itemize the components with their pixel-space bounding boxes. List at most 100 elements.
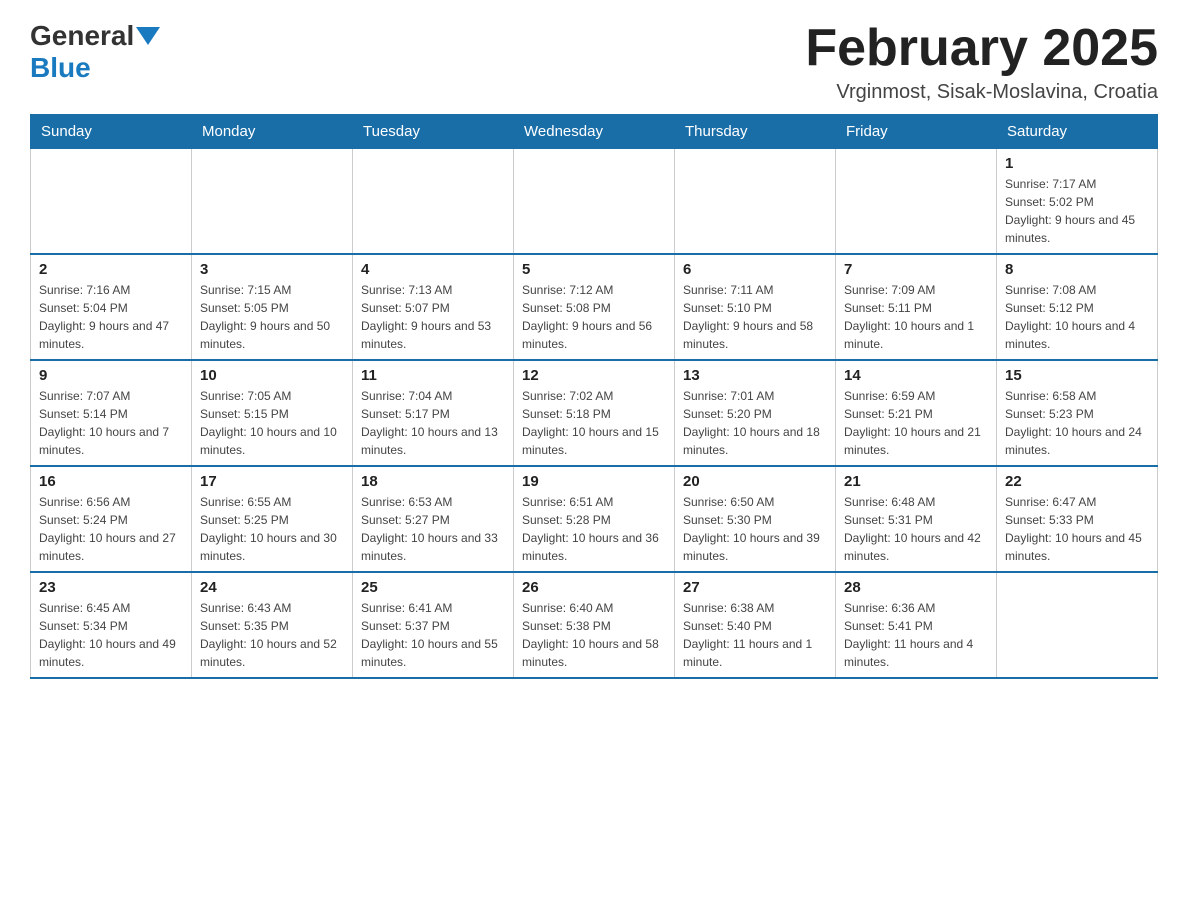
calendar-cell xyxy=(31,149,192,255)
day-info: Sunrise: 6:38 AMSunset: 5:40 PMDaylight:… xyxy=(683,599,827,671)
day-info: Sunrise: 7:11 AMSunset: 5:10 PMDaylight:… xyxy=(683,281,827,353)
day-info: Sunrise: 7:05 AMSunset: 5:15 PMDaylight:… xyxy=(200,387,344,459)
calendar-cell: 18Sunrise: 6:53 AMSunset: 5:27 PMDayligh… xyxy=(353,466,514,572)
calendar-cell: 12 Sunrise: 7:02 AMSunset: 5:18 PMDayligh… xyxy=(514,360,675,466)
calendar-cell: 10 Sunrise: 7:05 AMSunset: 5:15 PMDayligh… xyxy=(192,360,353,466)
weekday-header-row: SundayMondayTuesdayWednesdayThursdayFrid… xyxy=(31,115,1158,149)
day-info: Sunrise: 6:45 AMSunset: 5:34 PMDaylight:… xyxy=(39,599,183,671)
day-number: 28 xyxy=(844,579,988,596)
day-number: 19 xyxy=(522,473,666,490)
calendar-cell: 24 Sunrise: 6:43 AMSunset: 5:35 PMDayligh… xyxy=(192,572,353,678)
weekday-header-thursday: Thursday xyxy=(675,115,836,149)
calendar-cell: 6 Sunrise: 7:11 AMSunset: 5:10 PMDaylight… xyxy=(675,254,836,360)
day-number: 17 xyxy=(200,473,344,490)
day-number: 22 xyxy=(1005,473,1149,490)
logo-general-text: General xyxy=(30,20,134,52)
calendar-cell: 26 Sunrise: 6:40 AMSunset: 5:38 PMDayligh… xyxy=(514,572,675,678)
day-number: 9 xyxy=(39,367,183,384)
day-number: 16 xyxy=(39,473,183,490)
weekday-header-wednesday: Wednesday xyxy=(514,115,675,149)
day-number: 6 xyxy=(683,261,827,278)
calendar-cell: 2 Sunrise: 7:16 AMSunset: 5:04 PMDaylight… xyxy=(31,254,192,360)
calendar-cell xyxy=(997,572,1158,678)
calendar-cell: 4 Sunrise: 7:13 AMSunset: 5:07 PMDaylight… xyxy=(353,254,514,360)
day-info: Sunrise: 7:07 AMSunset: 5:14 PMDaylight:… xyxy=(39,387,183,459)
calendar-cell: 5 Sunrise: 7:12 AMSunset: 5:08 PMDaylight… xyxy=(514,254,675,360)
day-number: 13 xyxy=(683,367,827,384)
calendar-cell: 1 Sunrise: 7:17 AMSunset: 5:02 PMDaylight… xyxy=(997,149,1158,255)
day-number: 2 xyxy=(39,261,183,278)
calendar-cell: 11 Sunrise: 7:04 AMSunset: 5:17 PMDayligh… xyxy=(353,360,514,466)
calendar-week-row: 23Sunrise: 6:45 AMSunset: 5:34 PMDayligh… xyxy=(31,572,1158,678)
calendar-cell: 9 Sunrise: 7:07 AMSunset: 5:14 PMDaylight… xyxy=(31,360,192,466)
day-number: 26 xyxy=(522,579,666,596)
calendar-cell: 20 Sunrise: 6:50 AMSunset: 5:30 PMDayligh… xyxy=(675,466,836,572)
calendar-week-row: 1 Sunrise: 7:17 AMSunset: 5:02 PMDaylight… xyxy=(31,149,1158,255)
logo-blue-text: Blue xyxy=(30,52,91,84)
day-number: 4 xyxy=(361,261,505,278)
calendar-cell: 19 Sunrise: 6:51 AMSunset: 5:28 PMDayligh… xyxy=(514,466,675,572)
calendar-cell: 13 Sunrise: 7:01 AMSunset: 5:20 PMDayligh… xyxy=(675,360,836,466)
day-number: 3 xyxy=(200,261,344,278)
calendar-cell xyxy=(353,149,514,255)
day-info: Sunrise: 6:58 AMSunset: 5:23 PMDaylight:… xyxy=(1005,387,1149,459)
day-number: 5 xyxy=(522,261,666,278)
calendar-header: SundayMondayTuesdayWednesdayThursdayFrid… xyxy=(31,115,1158,149)
day-info: Sunrise: 6:43 AMSunset: 5:35 PMDaylight:… xyxy=(200,599,344,671)
day-number: 15 xyxy=(1005,367,1149,384)
day-number: 10 xyxy=(200,367,344,384)
day-info: Sunrise: 6:50 AMSunset: 5:30 PMDaylight:… xyxy=(683,493,827,565)
month-title: February 2025 xyxy=(805,20,1158,77)
day-info: Sunrise: 7:12 AMSunset: 5:08 PMDaylight:… xyxy=(522,281,666,353)
day-info: Sunrise: 7:04 AMSunset: 5:17 PMDaylight:… xyxy=(361,387,505,459)
day-number: 27 xyxy=(683,579,827,596)
calendar-cell xyxy=(675,149,836,255)
day-info: Sunrise: 6:55 AMSunset: 5:25 PMDaylight:… xyxy=(200,493,344,565)
day-number: 25 xyxy=(361,579,505,596)
calendar-cell: 27 Sunrise: 6:38 AMSunset: 5:40 PMDayligh… xyxy=(675,572,836,678)
day-number: 8 xyxy=(1005,261,1149,278)
weekday-header-tuesday: Tuesday xyxy=(353,115,514,149)
day-info: Sunrise: 7:16 AMSunset: 5:04 PMDaylight:… xyxy=(39,281,183,353)
day-info: Sunrise: 7:02 AMSunset: 5:18 PMDaylight:… xyxy=(522,387,666,459)
day-info: Sunrise: 7:13 AMSunset: 5:07 PMDaylight:… xyxy=(361,281,505,353)
calendar-week-row: 9 Sunrise: 7:07 AMSunset: 5:14 PMDaylight… xyxy=(31,360,1158,466)
day-info: Sunrise: 7:17 AMSunset: 5:02 PMDaylight:… xyxy=(1005,175,1149,247)
weekday-header-monday: Monday xyxy=(192,115,353,149)
weekday-header-saturday: Saturday xyxy=(997,115,1158,149)
calendar-week-row: 2 Sunrise: 7:16 AMSunset: 5:04 PMDaylight… xyxy=(31,254,1158,360)
day-number: 24 xyxy=(200,579,344,596)
day-number: 14 xyxy=(844,367,988,384)
day-info: Sunrise: 6:40 AMSunset: 5:38 PMDaylight:… xyxy=(522,599,666,671)
day-info: Sunrise: 6:48 AMSunset: 5:31 PMDaylight:… xyxy=(844,493,988,565)
day-info: Sunrise: 6:59 AMSunset: 5:21 PMDaylight:… xyxy=(844,387,988,459)
day-info: Sunrise: 7:09 AMSunset: 5:11 PMDaylight:… xyxy=(844,281,988,353)
weekday-header-friday: Friday xyxy=(836,115,997,149)
day-number: 11 xyxy=(361,367,505,384)
day-info: Sunrise: 6:36 AMSunset: 5:41 PMDaylight:… xyxy=(844,599,988,671)
calendar-cell: 8 Sunrise: 7:08 AMSunset: 5:12 PMDaylight… xyxy=(997,254,1158,360)
calendar-cell: 17 Sunrise: 6:55 AMSunset: 5:25 PMDayligh… xyxy=(192,466,353,572)
day-info: Sunrise: 7:08 AMSunset: 5:12 PMDaylight:… xyxy=(1005,281,1149,353)
day-info: Sunrise: 6:53 AMSunset: 5:27 PMDaylight:… xyxy=(361,493,505,565)
day-info: Sunrise: 7:15 AMSunset: 5:05 PMDaylight:… xyxy=(200,281,344,353)
day-number: 1 xyxy=(1005,155,1149,172)
day-info: Sunrise: 6:51 AMSunset: 5:28 PMDaylight:… xyxy=(522,493,666,565)
calendar-cell xyxy=(514,149,675,255)
calendar-cell: 22Sunrise: 6:47 AMSunset: 5:33 PMDayligh… xyxy=(997,466,1158,572)
calendar-cell: 3 Sunrise: 7:15 AMSunset: 5:05 PMDaylight… xyxy=(192,254,353,360)
calendar-cell: 15 Sunrise: 6:58 AMSunset: 5:23 PMDayligh… xyxy=(997,360,1158,466)
calendar-cell: 23Sunrise: 6:45 AMSunset: 5:34 PMDayligh… xyxy=(31,572,192,678)
calendar-week-row: 16 Sunrise: 6:56 AMSunset: 5:24 PMDayligh… xyxy=(31,466,1158,572)
calendar-cell: 14 Sunrise: 6:59 AMSunset: 5:21 PMDayligh… xyxy=(836,360,997,466)
calendar-table: SundayMondayTuesdayWednesdayThursdayFrid… xyxy=(30,114,1158,679)
calendar-body: 1 Sunrise: 7:17 AMSunset: 5:02 PMDaylight… xyxy=(31,149,1158,679)
calendar-cell: 25Sunrise: 6:41 AMSunset: 5:37 PMDayligh… xyxy=(353,572,514,678)
calendar-cell: 28 Sunrise: 6:36 AMSunset: 5:41 PMDayligh… xyxy=(836,572,997,678)
day-number: 12 xyxy=(522,367,666,384)
day-info: Sunrise: 6:56 AMSunset: 5:24 PMDaylight:… xyxy=(39,493,183,565)
day-number: 20 xyxy=(683,473,827,490)
day-info: Sunrise: 7:01 AMSunset: 5:20 PMDaylight:… xyxy=(683,387,827,459)
calendar-cell xyxy=(836,149,997,255)
day-number: 21 xyxy=(844,473,988,490)
